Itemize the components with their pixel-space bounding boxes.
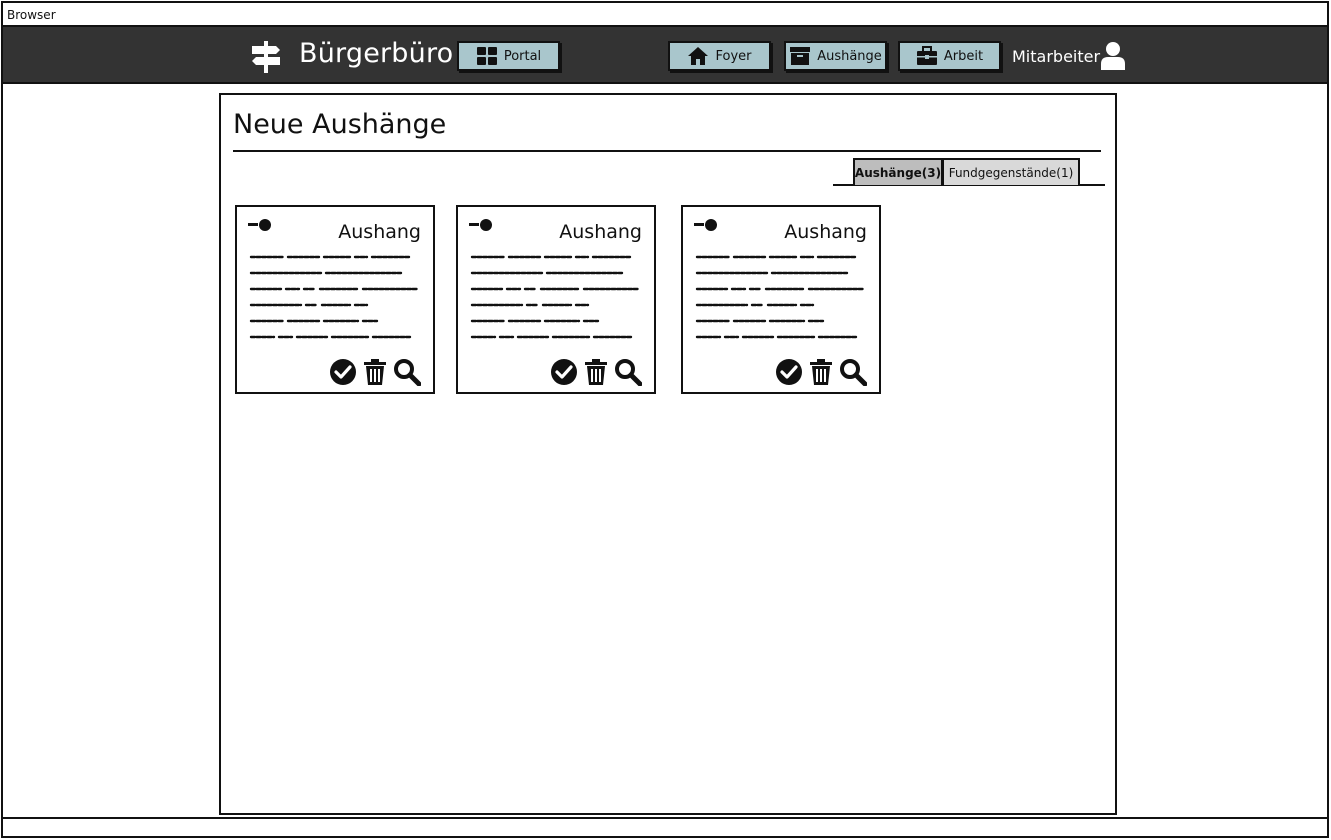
title-divider (233, 150, 1101, 152)
trash-icon[interactable] (361, 358, 389, 386)
pin-icon (248, 219, 271, 231)
grid-icon (476, 47, 497, 65)
card-title: Aushang (559, 221, 642, 243)
tab-aushaenge[interactable]: Aushänge(3) (853, 158, 943, 185)
user-label[interactable]: Mitarbeiter (1012, 47, 1100, 66)
tab-fundgegenstaende[interactable]: Fundgegenstände(1) (942, 158, 1080, 185)
trash-icon[interactable] (807, 358, 835, 386)
arbeit-button[interactable]: Arbeit (898, 41, 1001, 71)
home-icon (688, 47, 709, 65)
search-icon[interactable] (393, 358, 421, 386)
top-navbar: Bürgerbüro Portal Foyer Aushänge Arbeit … (3, 27, 1327, 84)
pin-icon (694, 219, 717, 231)
pin-icon (469, 219, 492, 231)
user-icon[interactable] (1099, 41, 1127, 71)
foyer-label: Foyer (715, 48, 752, 64)
card-title: Aushang (338, 221, 421, 243)
card-actions (329, 358, 421, 386)
search-icon[interactable] (839, 358, 867, 386)
brand-title[interactable]: Bürgerbüro (299, 38, 453, 69)
portal-button[interactable]: Portal (457, 41, 560, 71)
check-icon[interactable] (775, 358, 803, 386)
aushaenge-button[interactable]: Aushänge (784, 41, 887, 71)
archive-icon (790, 47, 811, 65)
check-icon[interactable] (329, 358, 357, 386)
check-icon[interactable] (550, 358, 578, 386)
card-actions (775, 358, 867, 386)
signpost-icon (252, 41, 280, 73)
arbeit-label: Arbeit (943, 48, 984, 64)
portal-label: Portal (503, 48, 542, 64)
aushaenge-label: Aushänge (817, 48, 882, 64)
notice-card[interactable]: Aushang (235, 205, 435, 394)
card-actions (550, 358, 642, 386)
foyer-button[interactable]: Foyer (668, 41, 771, 71)
main-panel: Neue Aushänge Aushänge(3) Fundgegenständ… (219, 93, 1117, 815)
trash-icon[interactable] (582, 358, 610, 386)
text-placeholder (695, 255, 865, 339)
text-placeholder (470, 255, 640, 339)
page-title: Neue Aushänge (233, 109, 447, 140)
briefcase-icon (916, 46, 937, 65)
browser-window: Browser Bürgerbüro Portal Foyer Aushänge… (1, 1, 1329, 838)
card-title: Aushang (784, 221, 867, 243)
browser-title: Browser (7, 8, 56, 22)
search-icon[interactable] (614, 358, 642, 386)
notice-card[interactable]: Aushang (456, 205, 656, 394)
notice-card[interactable]: Aushang (681, 205, 881, 394)
statusbar-divider (3, 817, 1327, 819)
text-placeholder (249, 255, 419, 339)
